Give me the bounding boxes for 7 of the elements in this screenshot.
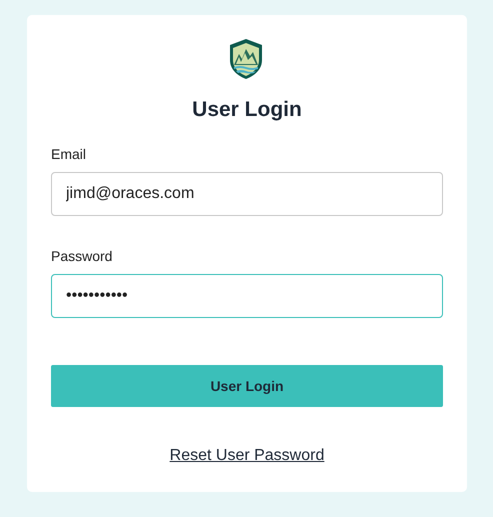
login-button[interactable]: User Login bbox=[51, 365, 443, 407]
field-label: Password bbox=[51, 248, 114, 264]
shield-logo bbox=[228, 38, 264, 80]
form-title: User Login bbox=[191, 98, 303, 122]
field-label: Email bbox=[51, 146, 88, 162]
input-field[interactable]: ••••••••••• bbox=[51, 274, 443, 318]
reset-password-link[interactable]: Reset User Password bbox=[170, 447, 324, 465]
